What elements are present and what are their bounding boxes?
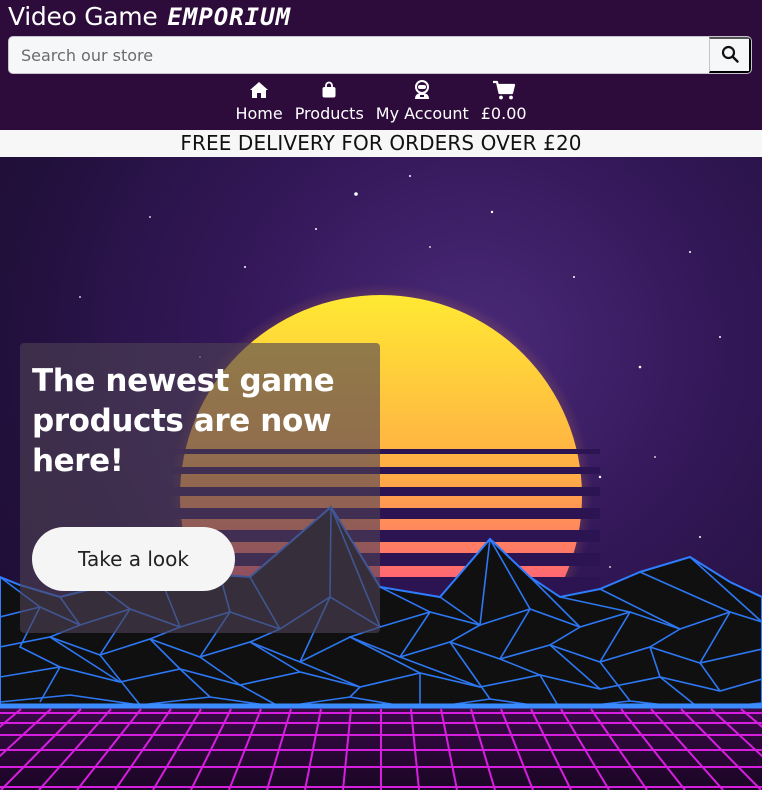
- search-icon: [721, 45, 739, 66]
- hero-section: The newest game products are now here! T…: [0, 157, 762, 790]
- nav-item-home[interactable]: Home: [229, 79, 288, 127]
- hero-callout: The newest game products are now here! T…: [20, 343, 380, 633]
- nav-label-products: Products: [294, 104, 364, 123]
- delivery-banner: FREE DELIVERY FOR ORDERS OVER £20: [0, 130, 762, 157]
- neon-grid-floor: [0, 703, 762, 790]
- cart-total: £0.00: [480, 104, 527, 123]
- hero-headline: The newest game products are now here!: [32, 363, 335, 479]
- cart-icon: [492, 79, 516, 101]
- nav-item-account[interactable]: My Account: [370, 79, 475, 127]
- main-nav: Home Products My Account £0.00: [0, 79, 762, 127]
- search-input[interactable]: [9, 37, 709, 73]
- search-form: [8, 36, 752, 74]
- home-icon: [249, 79, 269, 101]
- site-logo[interactable]: Video Game EMPORIUM: [8, 2, 291, 32]
- search-button[interactable]: [709, 37, 751, 73]
- astronaut-icon: [412, 79, 432, 101]
- nav-label-home: Home: [235, 104, 283, 123]
- logo-accent-text: EMPORIUM: [167, 3, 292, 31]
- site-header: Video Game EMPORIUM Home Products: [0, 0, 762, 130]
- logo-text: Video Game: [8, 2, 158, 31]
- nav-label-account: My Account: [375, 104, 469, 123]
- nav-item-products[interactable]: Products: [289, 79, 370, 127]
- take-a-look-button[interactable]: Take a look: [32, 527, 235, 591]
- nav-item-cart[interactable]: £0.00: [475, 79, 533, 127]
- shopping-bag-icon: [321, 79, 337, 101]
